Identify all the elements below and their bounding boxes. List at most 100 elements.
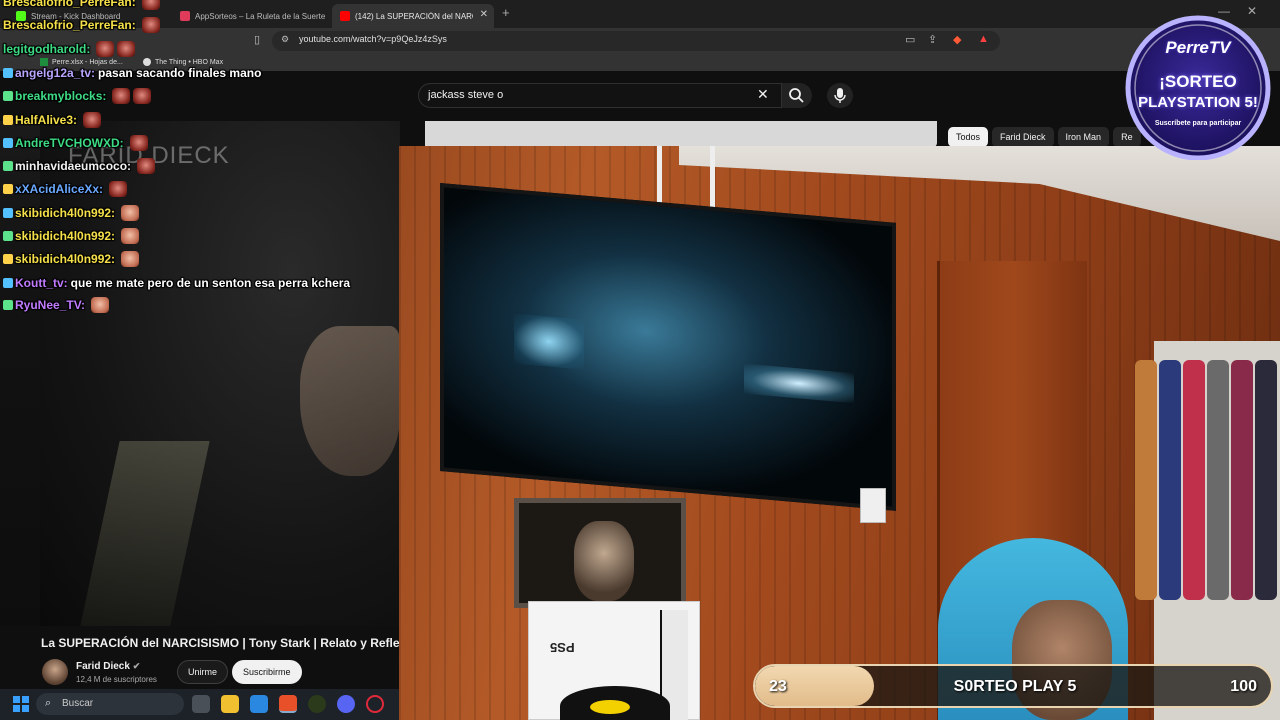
- chat-message: skibidich4l0n992:: [3, 226, 140, 246]
- chat-emote-icon: [109, 181, 128, 197]
- chat-message: breakmyblocks:: [3, 86, 152, 106]
- chat-emote-icon: [112, 88, 131, 104]
- appsorteos-icon: [180, 11, 190, 21]
- channel-name[interactable]: Farid Dieck ✔: [76, 661, 140, 672]
- sorteo-headline-2: PLAYSTATION 5!: [1138, 94, 1258, 111]
- chat-message: AndreTVCHOWXD:: [3, 133, 148, 153]
- chat-message: skibidich4l0n992:: [3, 249, 140, 269]
- share-icon[interactable]: ⇪: [928, 33, 937, 46]
- chat-username[interactable]: HalfAlive3:: [15, 113, 77, 127]
- jacket: [1135, 360, 1157, 600]
- batman-logo: [590, 700, 630, 714]
- filter-chips: Todos Farid Dieck Iron Man Re: [948, 127, 1145, 147]
- new-tab-icon[interactable]: +: [502, 5, 510, 20]
- chat-username[interactable]: RyuNee_TV:: [15, 298, 85, 312]
- chat-message: minhavidaeumcoco:: [3, 156, 156, 176]
- subscribe-button[interactable]: Suscribirme: [232, 660, 302, 684]
- chat-message: skibidich4l0n992:: [3, 203, 140, 223]
- taskbar-search-icon: ⌕: [45, 697, 52, 709]
- file-explorer-icon[interactable]: [221, 695, 239, 713]
- chat-emote-icon: [96, 41, 115, 57]
- mail-icon[interactable]: [250, 695, 268, 713]
- chat-message: HalfAlive3:: [3, 110, 102, 130]
- chat-message: xXAcidAliceXx:: [3, 179, 128, 199]
- brave-browser-icon[interactable]: [279, 695, 297, 713]
- bookmark-icon[interactable]: ▯: [254, 33, 260, 46]
- chat-emote-icon: [121, 228, 140, 244]
- progress-max: 100: [1230, 678, 1257, 695]
- join-button[interactable]: Unirme: [177, 660, 229, 684]
- chat-badge-icon: [3, 184, 13, 194]
- site-info-icon[interactable]: ⚙: [281, 34, 289, 45]
- video-title: La SUPERACIÓN del NARCISISMO | Tony Star…: [41, 636, 399, 650]
- jacket: [1255, 360, 1277, 600]
- chat-username[interactable]: angelg12a_tv:: [15, 66, 95, 80]
- close-tab-icon[interactable]: ✕: [480, 9, 488, 20]
- chip-iron-man[interactable]: Iron Man: [1057, 127, 1110, 147]
- chat-username[interactable]: xXAcidAliceXx:: [15, 182, 103, 196]
- chat-emote-icon: [91, 297, 110, 313]
- search-icon: [789, 88, 804, 103]
- chat-message: RyuNee_TV:: [3, 295, 110, 315]
- chat-emote-icon: [121, 205, 140, 221]
- ps5-box-logo: PS5: [550, 640, 575, 655]
- chat-badge-icon: [3, 68, 13, 78]
- chat-emote-icon: [141, 0, 160, 10]
- chat-message: Brescalofrio_PerreFan:: [3, 0, 160, 12]
- channel-subscribers: 12,4 M de suscriptores: [76, 675, 157, 684]
- voice-search-button[interactable]: [827, 83, 853, 108]
- chip-farid-dieck[interactable]: Farid Dieck: [992, 127, 1054, 147]
- chat-message: angelg12a_tv: pasan sacando finales mano: [3, 63, 261, 83]
- chat-username[interactable]: breakmyblocks:: [15, 89, 106, 103]
- jacket: [1231, 360, 1253, 600]
- youtube-icon: [340, 11, 350, 21]
- chat-username[interactable]: skibidich4l0n992:: [15, 206, 115, 220]
- app-icon[interactable]: [308, 695, 326, 713]
- screen: Stream - Kick Dashboard AppSorteos – La …: [0, 0, 1280, 720]
- chat-username[interactable]: Brescalofrio_PerreFan:: [3, 18, 136, 32]
- discord-icon[interactable]: [337, 695, 355, 713]
- poster-face: [574, 521, 634, 601]
- chat-username[interactable]: Koutt_tv:: [15, 276, 68, 290]
- jacket: [1183, 360, 1205, 600]
- sorteo-brand: PerreTV: [1165, 38, 1231, 57]
- chat-text: que me mate pero de un senton esa perra …: [70, 276, 351, 290]
- search-button[interactable]: [782, 83, 812, 108]
- task-view-icon[interactable]: [192, 695, 210, 713]
- brave-shield-icon[interactable]: ◆: [953, 33, 961, 46]
- chat-username[interactable]: skibidich4l0n992:: [15, 252, 115, 266]
- chat-username[interactable]: legitgodharold:: [3, 42, 90, 56]
- framed-poster: [514, 498, 686, 608]
- clear-search-icon[interactable]: ✕: [757, 86, 769, 103]
- chat-username[interactable]: skibidich4l0n992:: [15, 229, 115, 243]
- chat-username[interactable]: Brescalofrio_PerreFan:: [3, 0, 136, 9]
- chat-emote-icon: [121, 251, 140, 267]
- chip-todos[interactable]: Todos: [948, 127, 989, 147]
- chat-message: Brescalofrio_PerreFan:: [3, 15, 160, 35]
- chat-emote-icon: [133, 88, 152, 104]
- url-text: youtube.com/watch?v=p9QeJz4zSys: [299, 34, 447, 44]
- tab-youtube-video[interactable]: (142) La SUPERACIÓN del NARCISISMO | Ton…: [332, 4, 494, 28]
- chat-emote-icon: [141, 17, 160, 33]
- tv-car-light: [514, 313, 584, 370]
- taskbar-search[interactable]: [36, 693, 184, 715]
- browser-tab-bar: Stream - Kick Dashboard AppSorteos – La …: [0, 0, 1280, 28]
- chat-emote-icon: [83, 112, 102, 128]
- chat-message: Koutt_tv: que me mate pero de un senton e…: [3, 273, 350, 293]
- chat-username[interactable]: AndreTVCHOWXD:: [15, 136, 124, 150]
- opera-icon[interactable]: [366, 695, 384, 713]
- cast-icon[interactable]: ▭: [905, 33, 915, 46]
- verified-icon: ✔: [132, 661, 141, 671]
- rewards-icon[interactable]: ▲: [978, 33, 989, 45]
- tv-scene: [444, 187, 892, 507]
- microphone-icon: [834, 88, 846, 103]
- chat-username[interactable]: minhavidaeumcoco:: [15, 159, 131, 173]
- windows-start-icon[interactable]: [13, 696, 29, 712]
- chat-badge-icon: [3, 231, 13, 241]
- tab-appsorteos[interactable]: AppSorteos – La Ruleta de la Suerte: [172, 4, 330, 28]
- chat-text: pasan sacando finales mano: [98, 66, 262, 80]
- chat-badge-icon: [3, 115, 13, 125]
- video-top-strip: [425, 121, 937, 147]
- search-query-text: jackass steve o: [428, 89, 504, 101]
- channel-avatar[interactable]: [42, 659, 68, 685]
